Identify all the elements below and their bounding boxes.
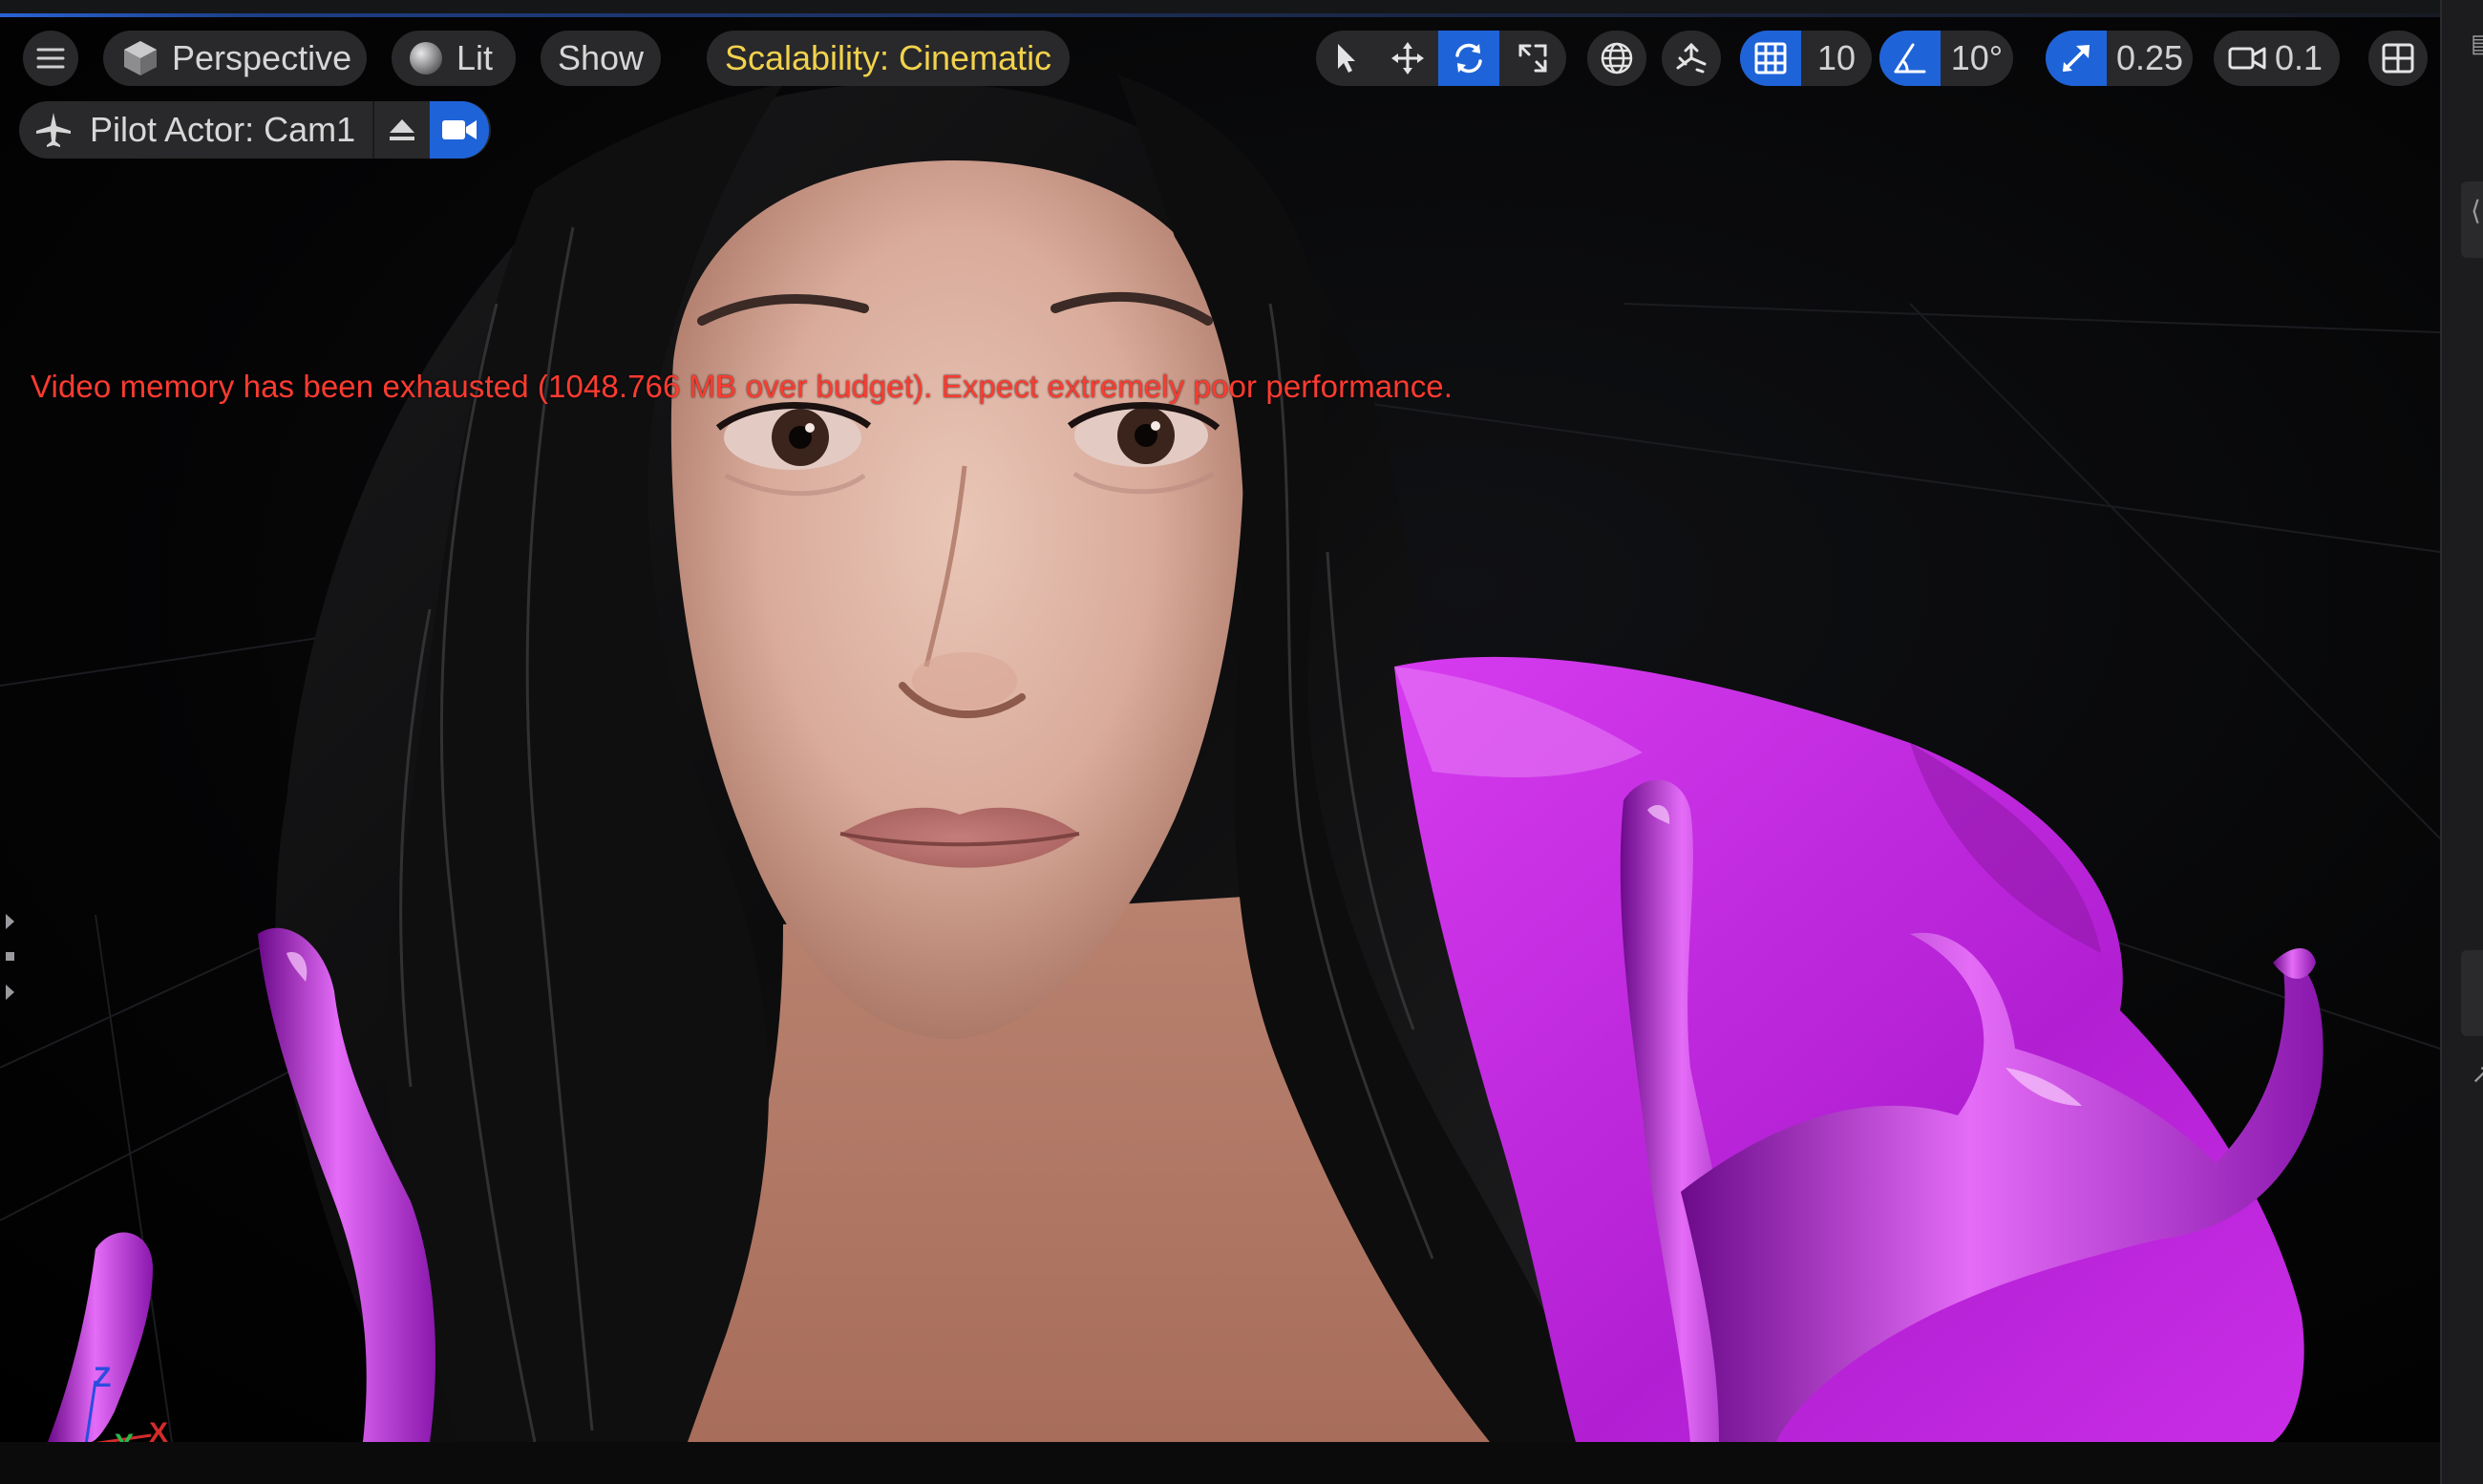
axis-gizmo: Z Y X xyxy=(69,1345,183,1442)
lit-mode-label: Lit xyxy=(456,38,494,77)
perspective-mode-label: Perspective xyxy=(172,38,352,77)
axis-y-label: Y xyxy=(115,1429,134,1442)
pilot-actor-bar: Pilot Actor: Cam1 xyxy=(19,101,491,159)
scale-snap-toggle[interactable] xyxy=(2046,31,2107,86)
grid-snap-group: 10 xyxy=(1740,31,1872,86)
move-icon xyxy=(1390,41,1425,75)
cube-icon xyxy=(120,38,160,78)
hamburger-icon xyxy=(23,46,78,71)
eject-icon xyxy=(388,117,416,143)
camera-speed-button[interactable]: 0.1 xyxy=(2214,31,2340,86)
scale-icon xyxy=(1517,42,1549,74)
cursor-icon xyxy=(1332,42,1361,74)
scalability-button[interactable]: Scalability: Cinematic xyxy=(707,31,1070,86)
translate-mode-button[interactable] xyxy=(1377,31,1438,86)
surface-snap-toggle[interactable] xyxy=(1662,31,1721,86)
scalability-label: Scalability: Cinematic xyxy=(724,38,1052,77)
right-side-panel-edge: ⟨ ↗ ▤ xyxy=(2440,0,2483,1484)
scale-snap-group: 0.25 xyxy=(2046,31,2193,86)
axis-x-label: X xyxy=(149,1417,169,1442)
scale-mode-button[interactable] xyxy=(1499,31,1566,86)
side-tab[interactable] xyxy=(2461,950,2483,1036)
video-memory-warning: Video memory has been exhausted (1048.76… xyxy=(31,369,1454,404)
show-flags-button[interactable]: Show xyxy=(541,31,661,86)
rotate-mode-button[interactable] xyxy=(1438,31,1499,86)
viewport-layout-button[interactable] xyxy=(2368,31,2428,86)
grid-snap-value[interactable]: 10 xyxy=(1801,31,1872,86)
level-viewport[interactable]: Perspective Lit Show Scalability: Cinema… xyxy=(0,17,2440,1442)
camera-view-icon xyxy=(439,116,479,144)
scale-arrow-icon xyxy=(2059,41,2093,75)
airplane-icon xyxy=(34,111,73,149)
show-flags-label: Show xyxy=(557,38,645,77)
lit-mode-button[interactable]: Lit xyxy=(392,31,516,86)
sphere-icon xyxy=(407,39,445,77)
axis-z-label: Z xyxy=(94,1362,112,1393)
transform-tools-group xyxy=(1316,31,1566,86)
collapse-arrow-icon[interactable]: ⟨ xyxy=(2471,195,2481,226)
window-top-edge xyxy=(0,0,2483,17)
pilot-actor-label: Pilot Actor: Cam1 xyxy=(90,110,356,149)
left-edge-handles[interactable] xyxy=(4,901,17,1015)
eject-pilot-button[interactable] xyxy=(374,102,430,158)
viewport-options-menu-button[interactable] xyxy=(23,31,78,86)
layout-icon xyxy=(2381,42,2415,74)
surface-snap-icon xyxy=(1672,39,1710,77)
rotate-icon xyxy=(1451,40,1487,76)
angle-icon xyxy=(1892,41,1928,75)
select-mode-button[interactable] xyxy=(1316,31,1377,86)
panel-icon[interactable]: ▤ xyxy=(2471,29,2483,58)
world-local-toggle[interactable] xyxy=(1587,31,1646,86)
globe-icon xyxy=(1599,40,1635,76)
pin-icon[interactable]: ↗ xyxy=(2471,1058,2483,1090)
perspective-mode-button[interactable]: Perspective xyxy=(103,31,367,86)
scale-snap-value[interactable]: 0.25 xyxy=(2107,31,2193,86)
rotation-snap-group: 10° xyxy=(1879,31,2013,86)
camera-speed-value: 0.1 xyxy=(2275,38,2324,77)
grid-icon xyxy=(1753,41,1788,75)
scene-render xyxy=(0,74,2440,1442)
camera-view-toggle[interactable] xyxy=(430,101,490,159)
grid-snap-toggle[interactable] xyxy=(1740,31,1801,86)
camera-icon xyxy=(2227,43,2267,74)
rotation-snap-value[interactable]: 10° xyxy=(1941,31,2013,86)
rotation-snap-toggle[interactable] xyxy=(1879,31,1941,86)
bottom-strip xyxy=(0,1442,2483,1484)
